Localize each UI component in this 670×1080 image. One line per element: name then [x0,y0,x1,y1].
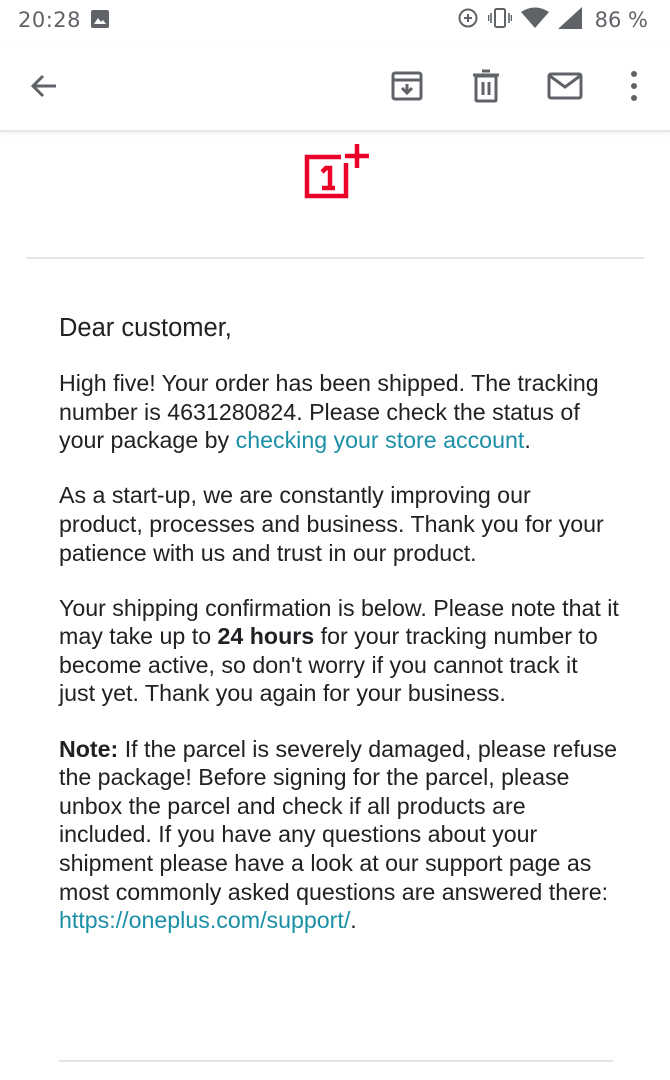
back-button[interactable] [20,62,68,110]
more-options-button[interactable] [610,62,658,110]
store-account-link[interactable]: checking your store account [236,427,525,453]
wifi-icon [520,7,549,33]
oneplus-logo-icon [303,142,369,212]
status-bar: 20:28 86 % [0,0,670,42]
back-arrow-icon [30,74,56,98]
archive-button[interactable] [383,62,431,110]
paragraph-end: . [524,427,531,454]
paragraph-confirmation: Your shipping confirmation is below. Ple… [59,594,619,708]
more-vert-icon [631,71,637,101]
delete-button[interactable] [462,62,510,110]
vibrate-icon [487,7,512,33]
paragraph-shipped: High five! Your order has been shipped. … [59,369,619,455]
paragraph-startup: As a start-up, we are constantly improvi… [59,482,604,566]
mark-unread-button[interactable] [541,62,589,110]
image-icon [91,10,109,28]
email-text: Dear customer, High five! Your order has… [59,314,619,961]
divider [59,1060,613,1062]
divider [26,257,644,259]
paragraph-text: If the parcel is severely damaged, pleas… [59,735,618,905]
status-icons: 86 % [457,6,648,34]
archive-icon [391,71,423,101]
bold-hours: 24 hours [217,623,315,650]
battery-percent: 86 % [594,8,648,32]
email-toolbar [0,42,670,132]
mail-icon [547,72,583,100]
signal-icon [557,7,582,33]
paragraph-end: . [350,907,357,934]
greeting: Dear customer, [59,314,232,342]
support-link[interactable]: https://oneplus.com/support/ [59,907,350,933]
trash-icon [473,69,499,103]
data-saver-icon [457,7,479,33]
paragraph-note: Note: If the parcel is severely damaged,… [59,735,619,935]
note-label: Note: [59,735,119,762]
status-time: 20:28 [18,8,82,32]
